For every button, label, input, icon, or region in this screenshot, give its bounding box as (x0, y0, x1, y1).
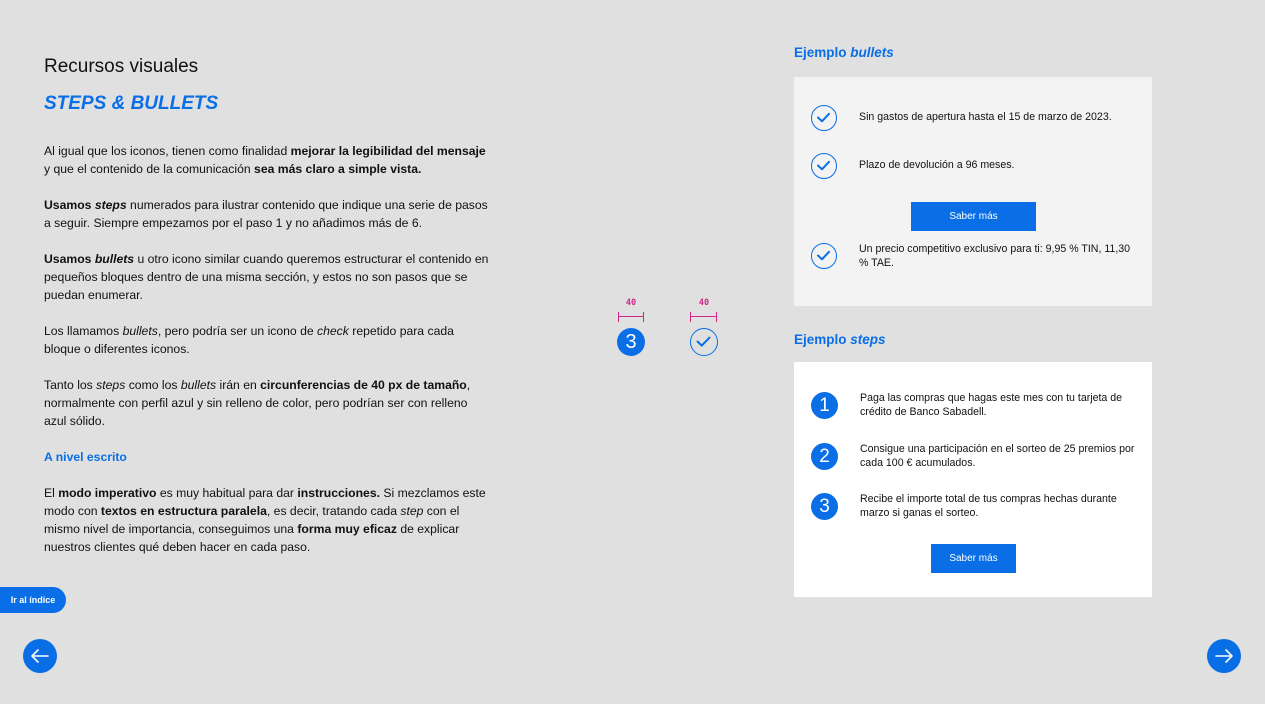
bullet-text: Sin gastos de apertura hasta el 15 de ma… (859, 111, 1112, 123)
paragraph-2: Usamos steps numerados para ilustrar con… (44, 198, 488, 230)
body-text: Al igual que los iconos, tienen como fin… (44, 142, 489, 556)
arrow-right-icon (1215, 649, 1233, 663)
arrow-left-icon (31, 649, 49, 663)
bullets-example-card: Sin gastos de apertura hasta el 15 de ma… (794, 77, 1152, 306)
dimension-label-step: 40 (625, 298, 637, 308)
paragraph-5: Tanto los steps como los bullets irán en… (44, 378, 471, 428)
size-demo: 40 40 3 (612, 298, 732, 360)
index-button[interactable]: Ir al índice (0, 587, 66, 613)
step-item: 1 Paga las compras que hagas este mes co… (811, 392, 1138, 419)
check-circle-icon (811, 105, 837, 131)
step-text: Paga las compras que hagas este mes con … (860, 392, 1123, 418)
step-number-icon: 1 (811, 392, 838, 419)
text-column: Recursos visuales STEPS & BULLETS Al igu… (44, 55, 489, 556)
dimension-label-check: 40 (698, 298, 710, 308)
saber-mas-button[interactable]: Saber más (911, 202, 1036, 231)
dimension-line-check (690, 312, 717, 322)
step-number-icon: 2 (811, 443, 838, 470)
bullet-item: Plazo de devolución a 96 meses. (811, 153, 1138, 179)
step-text: Recibe el importe total de tus compras h… (860, 493, 1117, 519)
check-circle-icon (811, 153, 837, 179)
steps-example-card: 1 Paga las compras que hagas este mes co… (794, 362, 1152, 597)
paragraph-3: Usamos bullets u otro icono similar cuan… (44, 252, 489, 302)
step-number-icon: 3 (811, 493, 838, 520)
page-subtitle: STEPS & BULLETS (44, 93, 219, 114)
saber-mas-button[interactable]: Saber más (931, 544, 1016, 573)
bullet-item: Un precio competitivo exclusivo para ti:… (811, 243, 1138, 270)
paragraph-4: Los llamamos bullets, pero podría ser un… (44, 324, 454, 356)
step-number-icon: 3 (617, 328, 645, 356)
bullet-text: Un precio competitivo exclusivo para ti:… (859, 243, 1131, 269)
check-circle-icon (811, 243, 837, 269)
steps-example-title: Ejemplo steps (794, 332, 886, 347)
bullets-example-title: Ejemplo bullets (794, 45, 894, 60)
next-page-button[interactable] (1207, 639, 1241, 673)
section-title: Recursos visuales (44, 56, 199, 77)
step-text: Consigue una participación en el sorteo … (860, 443, 1135, 469)
bullet-text: Plazo de devolución a 96 meses. (859, 159, 1015, 171)
dimension-line-step (618, 312, 644, 322)
step-item: 3 Recibe el importe total de tus compras… (811, 493, 1138, 520)
check-circle-icon (690, 328, 718, 356)
bullet-item: Sin gastos de apertura hasta el 15 de ma… (811, 105, 1138, 131)
paragraph-6: El modo imperativo es muy habitual para … (44, 486, 486, 554)
prev-page-button[interactable] (23, 639, 57, 673)
step-item: 2 Consigue una participación en el sorte… (811, 443, 1138, 470)
paragraph-1: Al igual que los iconos, tienen como fin… (44, 144, 486, 176)
written-heading: A nivel escrito (44, 450, 127, 464)
